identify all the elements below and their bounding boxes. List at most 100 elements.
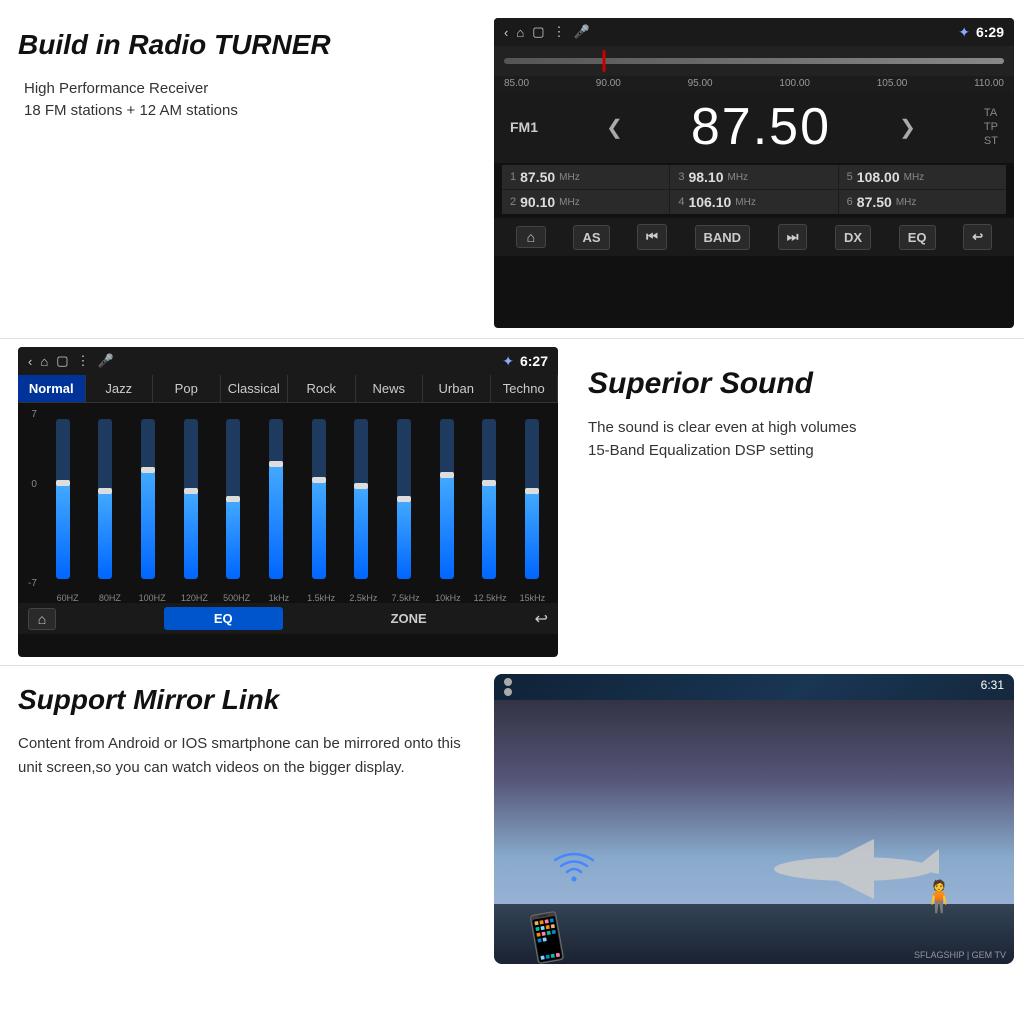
freq-label-105: 105.00 [877, 78, 908, 89]
square-icon[interactable]: ▢ [532, 24, 544, 40]
eq-back-icon[interactable]: ‹ [28, 354, 32, 369]
dots-icon[interactable]: ⋮ [553, 24, 566, 40]
eq-handle-80hz[interactable] [98, 488, 112, 494]
eq-square-icon[interactable]: ▢ [56, 353, 68, 369]
preset-unit-3: MHz [728, 172, 749, 183]
preset-num-1: 1 [510, 171, 516, 183]
eq-preset-news[interactable]: News [356, 375, 424, 402]
eq-desc2: 15-Band Equalization DSP setting [588, 442, 1004, 459]
plane-scene: 🧍 📱 [494, 700, 1014, 964]
radio-main-frequency: 87.50 [691, 97, 831, 157]
eq-eq-button[interactable]: EQ [164, 607, 283, 630]
preset-4[interactable]: 4 106.10 MHz [670, 190, 837, 214]
eq-freq-120hz: 120HZ [175, 593, 214, 603]
freq-label-110: 110.00 [974, 78, 1004, 89]
eq-freq-15khz: 15kHz [513, 593, 552, 603]
preset-freq-2: 90.10 [520, 194, 555, 210]
preset-unit-6: MHz [896, 197, 917, 208]
eq-handle-60hz[interactable] [56, 480, 70, 486]
preset-freq-6: 87.50 [857, 194, 892, 210]
radio-next-button[interactable]: ⏭ [778, 224, 808, 250]
eq-preset-techno[interactable]: Techno [491, 375, 559, 402]
radio-back-button[interactable]: ↩ [963, 224, 992, 250]
eq-toolbar-home-button[interactable]: ⌂ [28, 608, 56, 630]
eq-fill-1khz [269, 464, 283, 579]
eq-bar-10khz[interactable] [427, 407, 467, 591]
mic-icon[interactable]: 🎤 [574, 24, 590, 40]
mirror-status-bar: 6:31 [494, 674, 1014, 700]
preset-5[interactable]: 5 108.00 MHz [839, 165, 1006, 189]
radio-section: Build in Radio TURNER High Performance R… [0, 0, 1024, 338]
eq-slider-track-7_5khz [397, 419, 411, 579]
radio-dx-button[interactable]: DX [835, 225, 871, 250]
radio-as-button[interactable]: AS [573, 225, 609, 250]
eq-fill-2_5khz [354, 486, 368, 579]
radio-home-button[interactable]: ⌂ [516, 226, 546, 248]
eq-preset-classical[interactable]: Classical [221, 375, 289, 402]
eq-bar-12_5khz[interactable] [470, 407, 510, 591]
eq-handle-10khz[interactable] [440, 472, 454, 478]
radio-ta: TA [984, 107, 998, 119]
preset-2[interactable]: 2 90.10 MHz [502, 190, 669, 214]
radio-presets: 1 87.50 MHz 3 98.10 MHz 5 108.00 MHz 2 9… [502, 165, 1006, 214]
eq-handle-1_5khz[interactable] [312, 477, 326, 483]
mirror-brand: SFLAGSHIP | GEM TV [914, 950, 1006, 960]
eq-bar-60hz[interactable] [43, 407, 83, 591]
eq-handle-500hz[interactable] [226, 496, 240, 502]
eq-preset-jazz[interactable]: Jazz [86, 375, 154, 402]
eq-mic-icon[interactable]: 🎤 [98, 353, 114, 369]
preset-3[interactable]: 3 98.10 MHz [670, 165, 837, 189]
eq-preset-normal[interactable]: Normal [18, 375, 86, 402]
eq-freq-labels: 60HZ 80HZ 100HZ 120HZ 500HZ 1kHz 1.5kHz … [18, 593, 558, 603]
eq-handle-1khz[interactable] [269, 461, 283, 467]
eq-preset-urban[interactable]: Urban [423, 375, 491, 402]
eq-preset-pop[interactable]: Pop [153, 375, 221, 402]
eq-bar-80hz[interactable] [86, 407, 126, 591]
eq-bar-15khz[interactable] [512, 407, 552, 591]
eq-freq-500hz: 500HZ [217, 593, 256, 603]
radio-freq-bar[interactable] [494, 46, 1014, 76]
next-freq-button[interactable]: ❯ [899, 115, 916, 140]
eq-bar-120hz[interactable] [171, 407, 211, 591]
eq-bar-2_5khz[interactable] [342, 407, 382, 591]
eq-home-icon[interactable]: ⌂ [40, 354, 48, 369]
radio-info: Build in Radio TURNER High Performance R… [18, 18, 484, 124]
eq-handle-2_5khz[interactable] [354, 483, 368, 489]
radio-prev-button[interactable]: ⏮ [637, 224, 667, 250]
freq-indicator [603, 50, 606, 72]
eq-slider-track-500hz [226, 419, 240, 579]
preset-1[interactable]: 1 87.50 MHz [502, 165, 669, 189]
eq-freq-1_5khz: 1.5kHz [302, 593, 341, 603]
eq-preset-rock[interactable]: Rock [288, 375, 356, 402]
eq-bar-100hz[interactable] [128, 407, 168, 591]
eq-screen: ‹ ⌂ ▢ ⋮ 🎤 ✦ 6:27 Normal Jazz Pop Classic… [18, 347, 558, 657]
eq-dots-icon[interactable]: ⋮ [77, 353, 90, 369]
freq-label-90: 90.00 [596, 78, 621, 89]
radio-eq-button[interactable]: EQ [899, 225, 936, 250]
eq-handle-7_5khz[interactable] [397, 496, 411, 502]
eq-slider-track-10khz [440, 419, 454, 579]
eq-zone-button[interactable]: ZONE [391, 611, 427, 626]
eq-back-button[interactable]: ↩ [535, 609, 548, 629]
wifi-icon [554, 850, 594, 894]
radio-band-button[interactable]: BAND [695, 225, 751, 250]
eq-handle-12_5khz[interactable] [482, 480, 496, 486]
eq-handle-15khz[interactable] [525, 488, 539, 494]
eq-handle-120hz[interactable] [184, 488, 198, 494]
level-7: 7 [28, 409, 37, 420]
eq-bar-1_5khz[interactable] [299, 407, 339, 591]
phone-in-hand: 📱 [515, 907, 579, 964]
eq-bar-500hz[interactable] [214, 407, 254, 591]
eq-handle-100hz[interactable] [141, 467, 155, 473]
eq-bar-1khz[interactable] [256, 407, 296, 591]
preset-6[interactable]: 6 87.50 MHz [839, 190, 1006, 214]
radio-status-bar: ‹ ⌂ ▢ ⋮ 🎤 ✦ 6:29 [494, 18, 1014, 46]
home-icon[interactable]: ⌂ [516, 25, 524, 40]
eq-fill-10khz [440, 475, 454, 579]
eq-bar-7_5khz[interactable] [384, 407, 424, 591]
prev-freq-button[interactable]: ❮ [606, 115, 623, 140]
eq-fill-500hz [226, 499, 240, 579]
eq-fill-120hz [184, 491, 198, 579]
person-silhouette: 🧍 [919, 878, 959, 916]
back-icon[interactable]: ‹ [504, 25, 508, 40]
